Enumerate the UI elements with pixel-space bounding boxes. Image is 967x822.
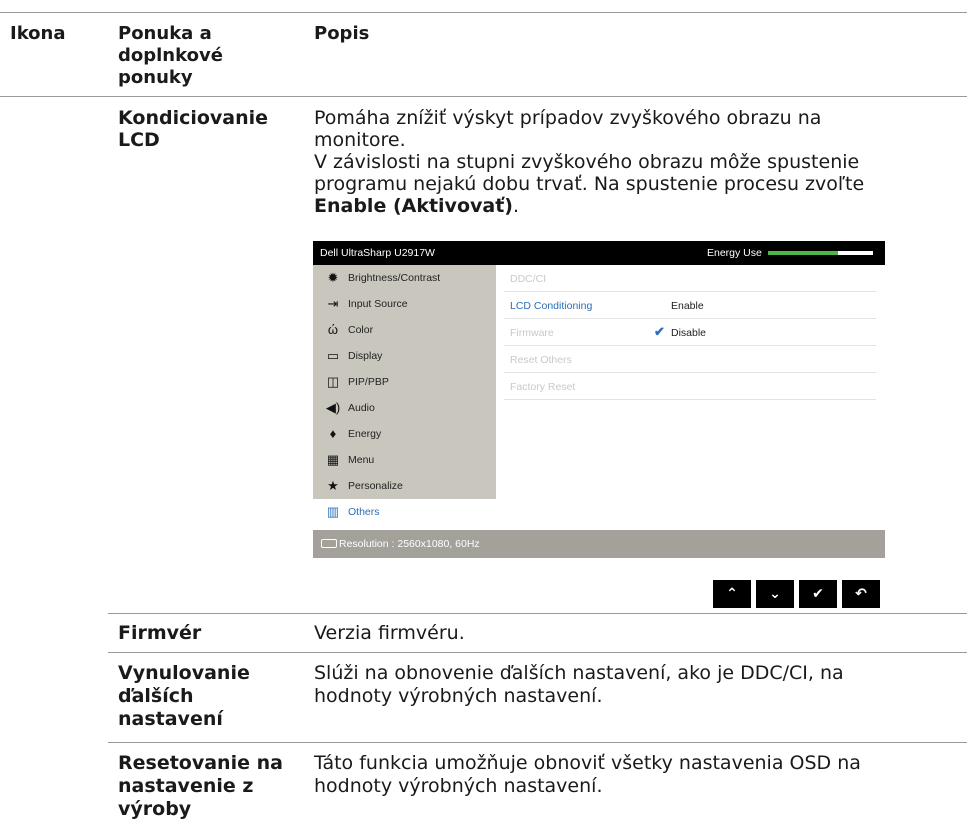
header-line: doplnkové <box>118 45 223 66</box>
osd-menu-screenshot: Dell UltraSharp U2917W Energy Use ✹ Brigh… <box>313 241 885 558</box>
others-icon: ▥ <box>326 504 340 519</box>
enable-option[interactable]: Enable <box>671 300 704 312</box>
firmware-desc: Verzia firmvéru. <box>314 622 465 644</box>
submenu-lcd-conditioning[interactable]: LCD Conditioning Enable <box>504 292 876 319</box>
display-icon: ▭ <box>326 348 340 363</box>
osd-menu-item-personalize[interactable]: ★ Personalize <box>313 473 496 499</box>
header-menu-col: Ponuka a doplnkové ponuky <box>118 23 223 89</box>
submenu-ddc-ci[interactable]: DDC/CI <box>504 265 876 292</box>
osd-model-name: Dell UltraSharp U2917W <box>320 247 435 259</box>
check-icon: ✔ <box>654 324 665 339</box>
up-button[interactable]: ⌃ <box>713 580 751 608</box>
disable-option[interactable]: Disable <box>671 327 706 339</box>
row-divider <box>108 652 967 653</box>
header-icon-col: Ikona <box>10 23 66 44</box>
up-icon: ⌃ <box>726 586 738 602</box>
osd-menu-item-color[interactable]: ώ Color <box>313 317 496 343</box>
down-button[interactable]: ⌄ <box>756 580 794 608</box>
factory-reset-desc: Táto funkcia umožňuje obnoviť všetky nas… <box>314 752 861 797</box>
submenu-firmware[interactable]: Firmware ✔ Disable <box>504 319 876 346</box>
reset-others-name: Vynulovanie ďalších nastavení <box>118 662 250 730</box>
lcd-conditioning-name: Kondiciovanie LCD <box>118 107 269 151</box>
osd-status-bar: Resolution : 2560x1080, 60Hz <box>313 530 885 558</box>
osd-submenu: DDC/CI LCD Conditioning Enable Firmware ✔ D… <box>496 265 885 530</box>
energy-use-bar <box>768 251 873 255</box>
input-source-icon: ⇥ <box>327 296 339 311</box>
energy-icon: ♦ <box>329 426 337 441</box>
submenu-reset-others[interactable]: Reset Others <box>504 346 876 373</box>
back-icon: ↶ <box>855 586 867 602</box>
row-divider <box>108 742 967 743</box>
osd-main-menu: ✹ Brightness/Contrast ⇥ Input Source ώ Colo… <box>313 265 496 530</box>
audio-icon: ◀) <box>325 400 341 415</box>
reset-others-desc: Slúži na obnovenie ďalších nastavení, ak… <box>314 662 844 707</box>
color-icon: ώ <box>327 322 339 337</box>
row-divider <box>108 613 967 614</box>
ok-button[interactable]: ✔ <box>799 580 837 608</box>
osd-menu-item-display[interactable]: ▭ Display <box>313 343 496 369</box>
osd-menu-item-input-source[interactable]: ⇥ Input Source <box>313 291 496 317</box>
osd-menu-item-pip-pbp[interactable]: ◫ PIP/PBP <box>313 369 496 395</box>
energy-use-label: Energy Use <box>707 247 762 259</box>
star-icon: ★ <box>327 478 339 493</box>
osd-menu-item-energy[interactable]: ♦ Energy <box>313 421 496 447</box>
factory-reset-name: Resetovanie na nastavenie z výroby <box>118 752 283 820</box>
resolution-text: Resolution : 2560x1080, 60Hz <box>339 538 480 550</box>
energy-use-fill <box>768 251 839 255</box>
header-desc-col: Popis <box>314 23 370 44</box>
osd-menu-item-menu[interactable]: ▦ Menu <box>313 447 496 473</box>
back-button[interactable]: ↶ <box>842 580 880 608</box>
osd-menu-item-brightness[interactable]: ✹ Brightness/Contrast <box>313 265 496 291</box>
pip-icon: ◫ <box>326 374 340 389</box>
firmware-name: Firmvér <box>118 622 202 644</box>
table-top-line <box>0 12 967 13</box>
down-icon: ⌄ <box>769 586 781 602</box>
brightness-icon: ✹ <box>327 270 339 285</box>
header-bottom-line <box>0 96 967 97</box>
submenu-factory-reset[interactable]: Factory Reset <box>504 373 876 400</box>
menu-icon: ▦ <box>326 452 340 467</box>
check-icon: ✔ <box>812 586 824 602</box>
header-line: Ponuka a <box>118 23 212 44</box>
resolution-icon <box>321 539 337 548</box>
header-line: ponuky <box>118 67 193 88</box>
lcd-conditioning-desc: Pomáha znížiť výskyt prípadov zvyškového… <box>314 107 865 217</box>
osd-menu-item-others[interactable]: ▥ Others <box>313 499 496 530</box>
osd-title-bar: Dell UltraSharp U2917W Energy Use <box>313 241 885 265</box>
osd-menu-item-audio[interactable]: ◀) Audio <box>313 395 496 421</box>
enable-label: Enable (Aktivovať) <box>314 195 513 217</box>
